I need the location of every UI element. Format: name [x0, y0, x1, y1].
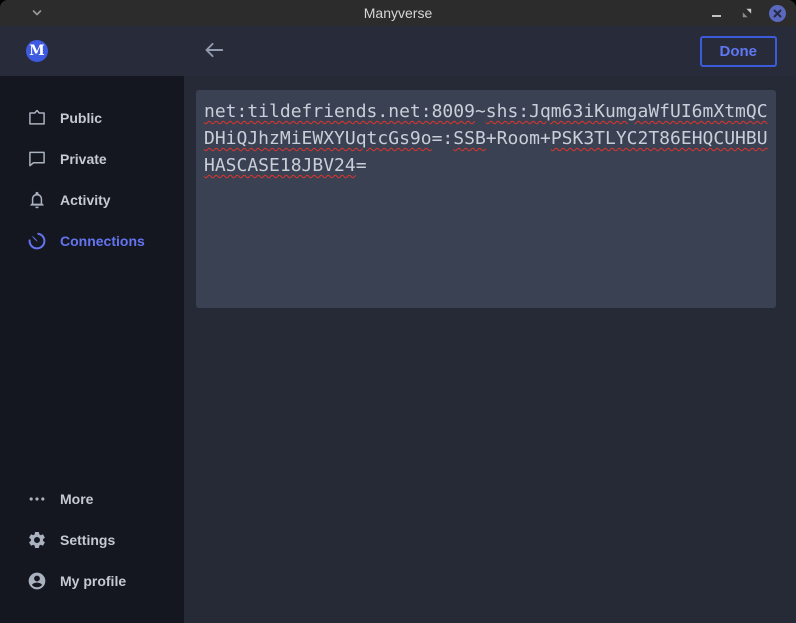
connections-gauge-icon [27, 231, 47, 251]
sidebar-item-settings[interactable]: Settings [0, 519, 184, 560]
back-button[interactable] [201, 39, 225, 63]
window-controls [707, 0, 786, 26]
invite-text-segment: +Room+ [486, 128, 551, 149]
sidebar-item-public[interactable]: Public [0, 97, 184, 138]
restore-icon[interactable] [738, 4, 756, 22]
sidebar-item-label: Private [60, 151, 107, 167]
app-header: M Done [0, 26, 796, 76]
main-content: net:tildefriends.net:8009~shs:Jqm63iKumg… [184, 76, 796, 623]
sidebar-item-label: Public [60, 110, 102, 126]
invite-text-segment: SSB [453, 128, 486, 149]
sidebar-item-label: Settings [60, 532, 115, 548]
done-button[interactable]: Done [700, 36, 778, 67]
sidebar-item-label: More [60, 491, 93, 507]
sidebar-item-label: Connections [60, 233, 145, 249]
invite-text-segment: ~ [475, 101, 486, 122]
sidebar: Public Private Activity [0, 76, 184, 623]
manyverse-window: Manyverse M Done [0, 0, 796, 623]
bell-icon [27, 190, 47, 210]
invite-text-segment: net:tildefriends.net:8009 [204, 101, 475, 122]
sidebar-item-my-profile[interactable]: My profile [0, 560, 184, 601]
invite-input[interactable]: net:tildefriends.net:8009~shs:Jqm63iKumg… [196, 90, 776, 308]
arrow-left-icon [203, 41, 224, 62]
sidebar-item-label: My profile [60, 573, 126, 589]
bulletin-board-icon [27, 108, 47, 128]
sidebar-item-more[interactable]: More [0, 478, 184, 519]
sidebar-spacer [0, 261, 184, 478]
account-circle-icon [27, 571, 47, 591]
gear-icon [27, 530, 47, 550]
invite-text-segment: =: [432, 128, 454, 149]
sidebar-item-label: Activity [60, 192, 111, 208]
invite-text-segment: = [356, 155, 367, 176]
message-bubble-icon [27, 149, 47, 169]
manyverse-logo: M [26, 40, 48, 62]
ellipsis-icon [27, 489, 47, 509]
minimize-icon[interactable] [707, 4, 725, 22]
sidebar-item-connections[interactable]: Connections [0, 220, 184, 261]
sidebar-item-private[interactable]: Private [0, 138, 184, 179]
logo-letter: M [29, 44, 45, 58]
sidebar-item-activity[interactable]: Activity [0, 179, 184, 220]
window-title: Manyverse [0, 0, 796, 26]
titlebar: Manyverse [0, 0, 796, 26]
close-icon[interactable] [769, 5, 786, 22]
